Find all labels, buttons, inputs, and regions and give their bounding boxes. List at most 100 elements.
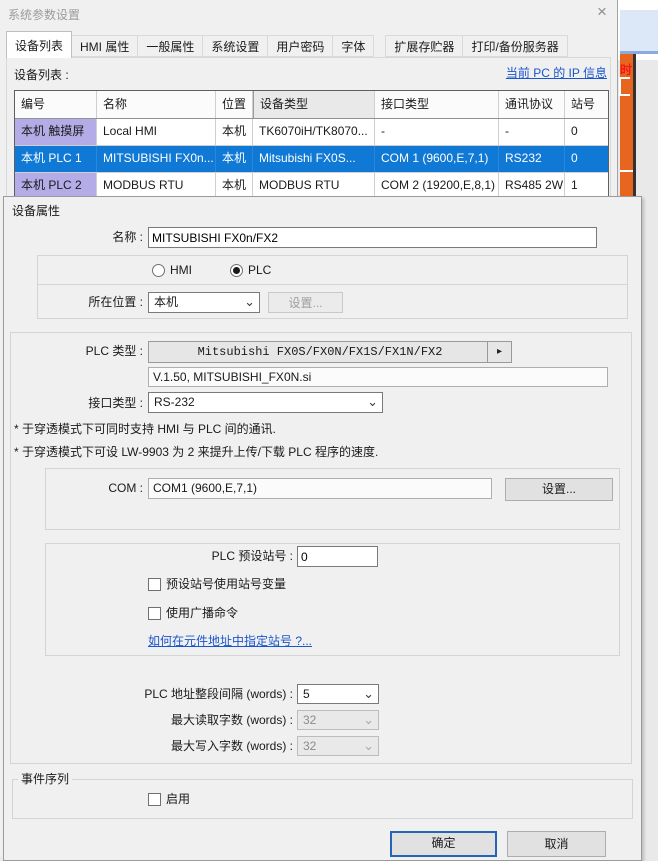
max-write-value: 32 [303, 739, 316, 753]
background-selection-handle [619, 77, 630, 96]
tab-print-backup-server[interactable]: 打印/备份服务器 [462, 35, 567, 57]
column-header-protocol[interactable]: 通讯协议 [499, 91, 565, 118]
tab-system-settings[interactable]: 系统设置 [202, 35, 268, 57]
cell-station: 0 [565, 146, 608, 172]
tab-extended-memory[interactable]: 扩展存贮器 [385, 35, 463, 57]
cell-station: 0 [565, 119, 608, 145]
location-select[interactable]: 本机 ⌄ [148, 292, 260, 313]
column-header-location[interactable]: 位置 [216, 91, 253, 118]
device-list-label: 设备列表 : [14, 66, 69, 83]
cell-name: MODBUS RTU [97, 173, 216, 197]
cell-name: MITSUBISHI FX0n... [97, 146, 216, 172]
cell-interface: COM 2 (19200,E,8,1) [375, 173, 499, 197]
dialog-title: 设备属性 [12, 202, 60, 219]
com-label: COM : [28, 481, 143, 496]
com-port-field: COM1 (9600,E,7,1) [148, 478, 492, 499]
default-station-input[interactable] [297, 546, 378, 567]
chevron-down-icon: ⌄ [363, 686, 374, 702]
broadcast-checkbox[interactable] [148, 607, 161, 620]
hmi-radio-label: HMI [170, 263, 192, 278]
plc-type-value: Mitsubishi FX0S/FX0N/FX1S/FX1N/FX2 [198, 345, 443, 359]
event-sequence-groupbox [12, 779, 633, 819]
default-station-label: PLC 预设站号 : [100, 549, 293, 564]
chevron-down-icon: ⌄ [363, 738, 374, 754]
pc-ip-info-link[interactable]: 当前 PC 的 IP 信息 [440, 64, 607, 81]
tab-general[interactable]: 一般属性 [137, 35, 203, 57]
column-header-name[interactable]: 名称 [97, 91, 216, 118]
tab-font[interactable]: 字体 [332, 35, 374, 57]
device-table: 编号 名称 位置 设备类型 接口类型 通讯协议 站号 本机 触摸屏 Local … [14, 90, 609, 197]
column-header-id[interactable]: 编号 [15, 91, 97, 118]
plc-radio-label: PLC [248, 263, 271, 278]
interface-type-label: 接口类型 : [28, 396, 143, 411]
close-icon[interactable]: × [589, 1, 615, 23]
passthrough-note-2: * 于穿透模式下可设 LW-9903 为 2 来提升上传/下载 PLC 程序的速… [14, 443, 378, 460]
cell-name: Local HMI [97, 119, 216, 145]
max-write-label: 最大写入字数 (words) : [100, 739, 293, 754]
address-interval-label: PLC 地址整段间隔 (words) : [100, 687, 293, 702]
location-value: 本机 [154, 295, 178, 309]
cell-protocol: RS232 [499, 146, 565, 172]
name-label: 名称 : [28, 230, 143, 245]
max-read-select: 32 ⌄ [297, 710, 379, 730]
station-variable-label: 预设站号使用站号变量 [166, 577, 286, 592]
max-read-value: 32 [303, 713, 316, 727]
event-sequence-label: 事件序列 [18, 772, 72, 786]
com-settings-button[interactable]: 设置... [505, 478, 613, 501]
chevron-down-icon: ⌄ [367, 394, 378, 410]
passthrough-note-1: * 于穿透模式下可同时支持 HMI 与 PLC 间的通讯. [14, 420, 276, 437]
cell-protocol: RS485 2W [499, 173, 565, 197]
cell-device-type: MODBUS RTU [253, 173, 375, 197]
cell-interface: - [375, 119, 499, 145]
arrow-right-icon[interactable]: ▸ [487, 342, 511, 362]
column-header-device-type[interactable]: 设备类型 [253, 91, 375, 118]
chevron-down-icon: ⌄ [244, 294, 255, 310]
interface-type-value: RS-232 [154, 395, 195, 409]
ok-button[interactable]: 确定 [390, 831, 497, 857]
max-read-label: 最大读取字数 (words) : [100, 713, 293, 728]
station-help-link[interactable]: 如何在元件地址中指定站号 ?... [148, 634, 312, 649]
table-row-plc2[interactable]: 本机 PLC 2 MODBUS RTU 本机 MODBUS RTU COM 2 … [15, 173, 608, 197]
hmi-radio[interactable] [152, 264, 165, 277]
table-row-local-hmi[interactable]: 本机 触摸屏 Local HMI 本机 TK6070iH/TK8070... -… [15, 119, 608, 146]
device-properties-dialog: 设备属性 名称 : HMI PLC 所在位置 : 本机 ⌄ 设置... PLC … [3, 196, 642, 861]
address-interval-select[interactable]: 5 ⌄ [297, 684, 379, 704]
enable-label: 启用 [166, 792, 190, 807]
background-red-text-fragment: 时 [620, 61, 632, 78]
column-header-station[interactable]: 站号 [565, 91, 608, 118]
address-interval-value: 5 [303, 687, 310, 701]
cell-device-type: TK6070iH/TK8070... [253, 119, 375, 145]
dialog-title: 系统参数设置 [8, 6, 80, 23]
station-variable-checkbox[interactable] [148, 578, 161, 591]
cell-id: 本机 PLC 1 [15, 146, 97, 172]
cancel-button[interactable]: 取消 [507, 831, 606, 857]
cell-location: 本机 [216, 119, 253, 145]
plc-type-button[interactable]: Mitsubishi FX0S/FX0N/FX1S/FX1N/FX2 ▸ [148, 341, 512, 363]
location-label: 所在位置 : [28, 295, 143, 310]
cell-interface: COM 1 (9600,E,7,1) [375, 146, 499, 172]
column-header-interface[interactable]: 接口类型 [375, 91, 499, 118]
enable-checkbox[interactable] [148, 793, 161, 806]
cell-id: 本机 触摸屏 [15, 119, 97, 145]
background-window-edge [620, 10, 658, 54]
cell-device-type: Mitsubishi FX0S... [253, 146, 375, 172]
device-table-header: 编号 名称 位置 设备类型 接口类型 通讯协议 站号 [15, 91, 608, 119]
broadcast-label: 使用广播命令 [166, 606, 238, 621]
tab-bar: 设备列表 HMI 属性 一般属性 系统设置 用户密码 字体 扩展存贮器 打印/备… [6, 31, 567, 58]
interface-type-select[interactable]: RS-232 ⌄ [148, 392, 383, 413]
cell-location: 本机 [216, 173, 253, 197]
groupbox-divider [38, 284, 627, 285]
cell-station: 1 [565, 173, 608, 197]
cell-protocol: - [499, 119, 565, 145]
name-input[interactable] [148, 227, 597, 248]
plc-radio[interactable] [230, 264, 243, 277]
cell-location: 本机 [216, 146, 253, 172]
max-write-select: 32 ⌄ [297, 736, 379, 756]
table-row-plc1-selected[interactable]: 本机 PLC 1 MITSUBISHI FX0n... 本机 Mitsubish… [15, 146, 608, 173]
tab-hmi-properties[interactable]: HMI 属性 [71, 35, 138, 57]
tab-user-password[interactable]: 用户密码 [267, 35, 333, 57]
plc-type-label: PLC 类型 : [28, 344, 143, 359]
tab-device-list[interactable]: 设备列表 [6, 31, 72, 58]
cell-id: 本机 PLC 2 [15, 173, 97, 197]
driver-info-field: V.1.50, MITSUBISHI_FX0N.si [148, 367, 608, 387]
